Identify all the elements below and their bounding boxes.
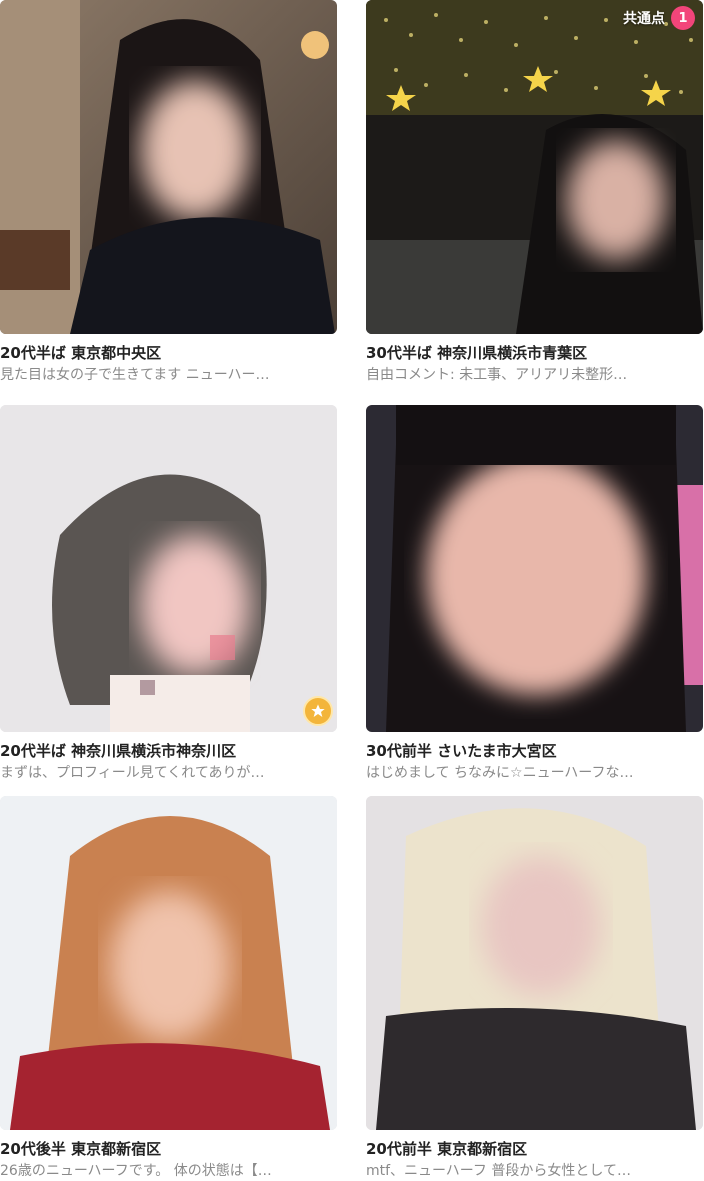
- profile-card[interactable]: 20代半ば 神奈川県横浜市神奈川区 まずは、プロフィール見てくれてありが…: [0, 405, 337, 782]
- profile-description: はじめまして ちなみに☆ニューハーフな…: [366, 765, 634, 781]
- profile-description: 自由コメント: 未工事、アリアリ未整形…: [366, 367, 628, 383]
- profile-card[interactable]: 20代前半 東京都新宿区 mtf、ニューハーフ 普段から女性として…: [366, 796, 703, 1180]
- profile-description: 26歳のニューハーフです。 体の状態は【…: [0, 1163, 272, 1179]
- profile-card[interactable]: 20代半ば 東京都中央区 見た目は女の子で生きてます ニューハー…: [0, 0, 337, 384]
- profile-photo-image: [366, 796, 703, 1130]
- profile-photo[interactable]: [366, 796, 703, 1130]
- profile-title: 30代半ば 神奈川県横浜市青葉区: [366, 344, 588, 362]
- profile-title: 20代後半 東京都新宿区: [0, 1140, 162, 1158]
- profile-photo[interactable]: [366, 405, 703, 732]
- profile-title: 20代半ば 神奈川県横浜市神奈川区: [0, 742, 237, 760]
- profile-photo-image: [0, 405, 337, 732]
- profile-description: まずは、プロフィール見てくれてありが…: [0, 765, 265, 781]
- profile-photo[interactable]: [0, 0, 337, 334]
- profile-title: 30代前半 さいたま市大宮区: [366, 742, 557, 760]
- profile-card[interactable]: 30代前半 さいたま市大宮区 はじめまして ちなみに☆ニューハーフな…: [366, 405, 703, 782]
- profile-description: mtf、ニューハーフ 普段から女性として…: [366, 1163, 631, 1179]
- profile-grid: 20代半ば 東京都中央区 見た目は女の子で生きてます ニューハー… 共通点 1 …: [0, 0, 704, 1181]
- profile-title: 20代半ば 東京都中央区: [0, 344, 162, 362]
- common-points-label: 共通点: [623, 11, 665, 27]
- profile-photo-image: [0, 796, 337, 1130]
- star-icon: [311, 704, 325, 717]
- profile-title: 20代前半 東京都新宿区: [366, 1140, 528, 1158]
- common-points-count: 1: [671, 6, 695, 30]
- common-points-badge: 共通点 1: [623, 6, 695, 30]
- profile-card[interactable]: 20代後半 東京都新宿区 26歳のニューハーフです。 体の状態は【…: [0, 796, 337, 1180]
- profile-photo-image: [366, 405, 703, 732]
- profile-photo[interactable]: [0, 405, 337, 732]
- profile-photo[interactable]: [0, 796, 337, 1130]
- star-badge-icon: [303, 696, 333, 726]
- profile-photo-image: [366, 0, 703, 334]
- profile-card[interactable]: 共通点 1 30代半ば 神奈川県横浜市青葉区 自由コメント: 未工事、アリアリ未…: [366, 0, 703, 384]
- profile-photo[interactable]: 共通点 1: [366, 0, 703, 334]
- profile-photo-image: [0, 0, 337, 334]
- profile-description: 見た目は女の子で生きてます ニューハー…: [0, 367, 270, 383]
